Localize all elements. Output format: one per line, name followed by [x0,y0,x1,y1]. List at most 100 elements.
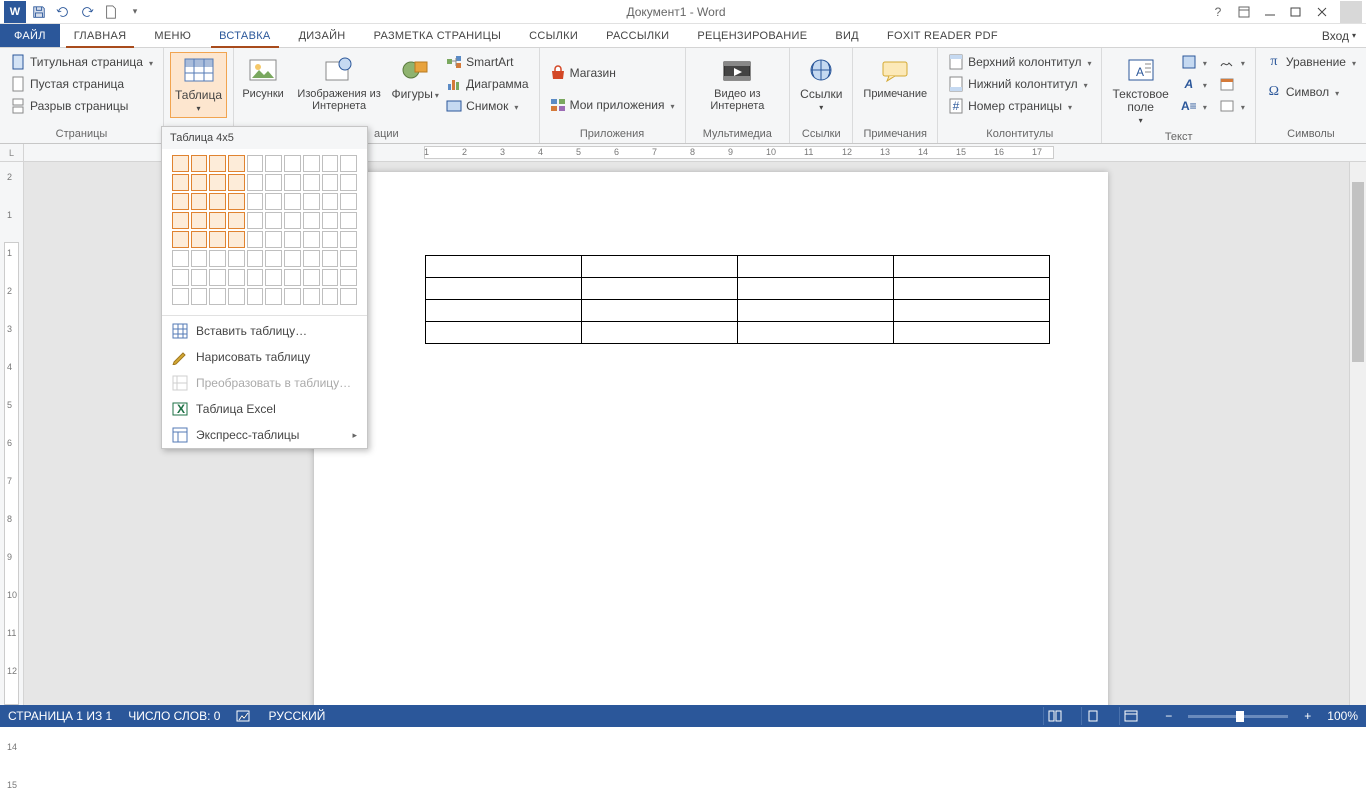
grid-cell[interactable] [209,250,226,267]
grid-cell[interactable] [265,212,282,229]
table-cell[interactable] [738,278,894,300]
grid-cell[interactable] [228,174,245,191]
grid-cell[interactable] [340,212,357,229]
grid-cell[interactable] [265,250,282,267]
table-cell[interactable] [582,256,738,278]
zoom-slider[interactable] [1188,715,1288,718]
grid-cell[interactable] [303,288,320,305]
grid-cell[interactable] [284,288,301,305]
grid-cell[interactable] [228,155,245,172]
grid-cell[interactable] [228,231,245,248]
grid-cell[interactable] [340,250,357,267]
grid-cell[interactable] [228,212,245,229]
avatar[interactable] [1340,1,1362,23]
zoom-out-icon[interactable]: − [1165,709,1172,723]
grid-cell[interactable] [322,193,339,210]
grid-cell[interactable] [322,269,339,286]
save-icon[interactable] [28,1,50,23]
grid-cell[interactable] [284,231,301,248]
grid-cell[interactable] [247,155,264,172]
grid-cell[interactable] [191,155,208,172]
tab-меню[interactable]: Меню [140,24,205,47]
grid-cell[interactable] [191,250,208,267]
table-cell[interactable] [894,300,1050,322]
grid-cell[interactable] [284,269,301,286]
table-cell[interactable] [738,300,894,322]
smartart-button[interactable]: SmartArt [442,52,532,72]
tab-главная[interactable]: ГЛАВНАЯ [60,24,141,47]
grid-cell[interactable] [303,231,320,248]
grid-cell[interactable] [303,269,320,286]
chart-button[interactable]: Диаграмма [442,74,532,94]
table-cell[interactable] [894,278,1050,300]
tab-рассылки[interactable]: РАССЫЛКИ [592,24,683,47]
cover-page-button[interactable]: Титульная страница [6,52,157,72]
grid-cell[interactable] [340,155,357,172]
shapes-button[interactable]: Фигуры [392,52,438,104]
grid-cell[interactable] [340,231,357,248]
redo-icon[interactable] [76,1,98,23]
grid-cell[interactable] [265,288,282,305]
table-cell[interactable] [582,278,738,300]
new-doc-icon[interactable] [100,1,122,23]
grid-cell[interactable] [265,269,282,286]
table-button[interactable]: Таблица▾ [170,52,227,118]
table-cell[interactable] [426,322,582,344]
grid-cell[interactable] [228,269,245,286]
tab-file[interactable]: ФАЙЛ [0,24,60,47]
equation-button[interactable]: πУравнение [1262,52,1360,72]
grid-cell[interactable] [172,288,189,305]
grid-cell[interactable] [209,231,226,248]
grid-cell[interactable] [247,231,264,248]
object-button[interactable] [1215,96,1249,116]
grid-cell[interactable] [191,231,208,248]
online-video-button[interactable]: Видео из Интернета [692,52,784,114]
datetime-button[interactable] [1215,74,1249,94]
grid-cell[interactable] [172,250,189,267]
grid-cell[interactable] [265,155,282,172]
grid-cell[interactable] [247,174,264,191]
grid-cell[interactable] [191,174,208,191]
grid-cell[interactable] [172,193,189,210]
quick-tables-item[interactable]: Экспресс-таблицы▸ [162,422,367,448]
tab-дизайн[interactable]: ДИЗАЙН [285,24,360,47]
grid-cell[interactable] [322,250,339,267]
status-proofing-icon[interactable] [236,709,252,723]
signin-link[interactable]: Вход ▾ [1312,24,1366,47]
signature-button[interactable] [1215,52,1249,72]
table-cell[interactable] [894,256,1050,278]
document-table[interactable] [425,255,1050,344]
minimize-icon[interactable] [1258,1,1282,23]
grid-cell[interactable] [322,174,339,191]
grid-cell[interactable] [191,212,208,229]
grid-cell[interactable] [340,288,357,305]
grid-cell[interactable] [172,174,189,191]
grid-cell[interactable] [191,193,208,210]
maximize-icon[interactable] [1284,1,1308,23]
zoom-in-icon[interactable]: + [1304,709,1311,723]
grid-cell[interactable] [284,212,301,229]
page-number-button[interactable]: #Номер страницы [944,96,1095,116]
grid-cell[interactable] [322,212,339,229]
grid-cell[interactable] [209,212,226,229]
quick-parts-button[interactable] [1177,52,1211,72]
view-read-icon[interactable] [1043,707,1065,725]
table-cell[interactable] [894,322,1050,344]
grid-cell[interactable] [284,155,301,172]
table-cell[interactable] [738,256,894,278]
grid-cell[interactable] [340,174,357,191]
grid-cell[interactable] [209,155,226,172]
grid-cell[interactable] [209,288,226,305]
grid-cell[interactable] [228,250,245,267]
grid-cell[interactable] [228,288,245,305]
footer-button[interactable]: Нижний колонтитул [944,74,1095,94]
grid-cell[interactable] [265,231,282,248]
textbox-button[interactable]: AТекстовое поле▾ [1108,52,1172,129]
zoom-level[interactable]: 100% [1327,709,1358,723]
grid-cell[interactable] [172,231,189,248]
grid-cell[interactable] [247,250,264,267]
grid-cell[interactable] [303,250,320,267]
grid-cell[interactable] [265,193,282,210]
comment-button[interactable]: Примечание [859,52,931,102]
grid-cell[interactable] [284,193,301,210]
